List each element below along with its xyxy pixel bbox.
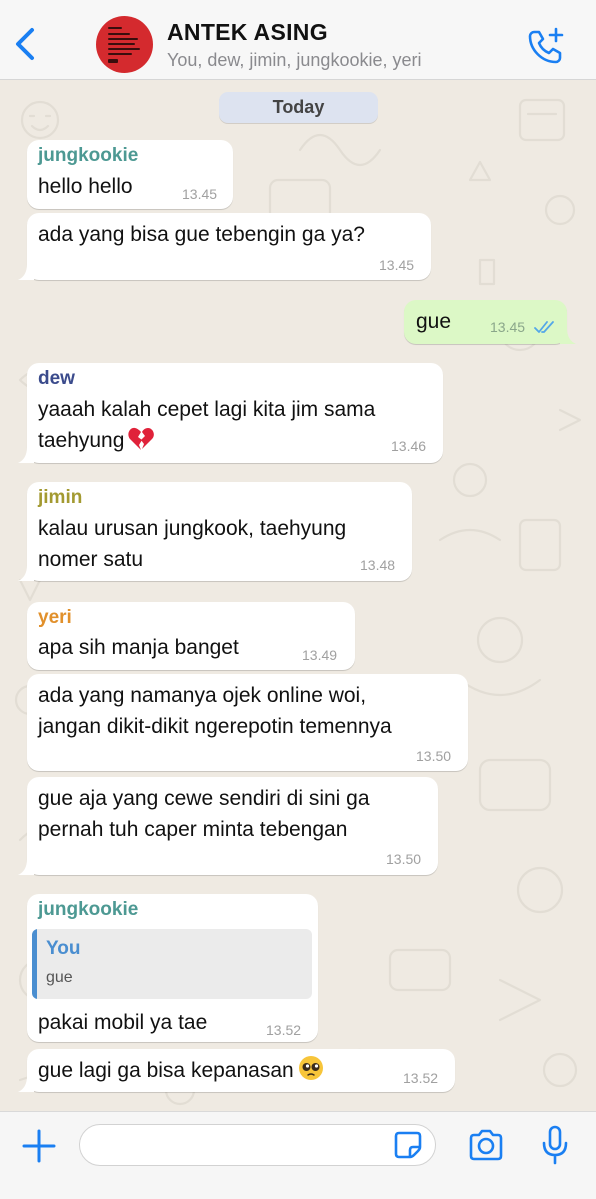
chat-header: ANTEK ASING You, dew, jimin, jungkookie,… (0, 0, 596, 80)
quoted-text: gue (46, 969, 73, 986)
message-text: jangan dikit-dikit ngerepotin temennya (38, 715, 392, 738)
message-bubble[interactable]: gue aja yang cewe sendiri di sini ga per… (18, 777, 438, 875)
message-text: kalau urusan jungkook, taehyung (38, 517, 347, 540)
broken-heart-emoji (128, 427, 155, 450)
bubble-tail (560, 328, 576, 344)
pleading-face-emoji (298, 1056, 323, 1080)
quoted-sender: You (46, 938, 81, 959)
message-bubble[interactable]: jimin kalau urusan jungkook, taehyung no… (18, 482, 412, 581)
message-text: ada yang namanya ojek online woi, (38, 684, 367, 707)
message-text: nomer satu (38, 548, 144, 571)
sender-name[interactable]: jungkookie (38, 145, 138, 167)
message-time: 13.50 (386, 851, 422, 867)
message-time: 13.48 (360, 557, 396, 573)
add-call-icon[interactable] (526, 26, 566, 66)
message-text: gue (416, 310, 452, 333)
sender-name[interactable]: jungkookie (38, 899, 138, 921)
quote-accent-bar (32, 929, 37, 999)
back-icon[interactable] (8, 22, 42, 66)
compose-bar (0, 1111, 596, 1199)
message-bubble[interactable]: yeri apa sih manja banget 13.49 (27, 602, 355, 670)
group-avatar[interactable] (96, 16, 153, 73)
group-name[interactable]: ANTEK ASING (167, 19, 328, 46)
sticker-icon[interactable] (393, 1130, 423, 1160)
bubble-tail (18, 447, 34, 463)
message-text: apa sih manja banget (38, 636, 239, 659)
message-text: hello hello (38, 175, 133, 198)
message-bubble[interactable]: jungkookie hello hello 13.45 (27, 140, 233, 209)
message-text: ada yang bisa gue tebengin ga ya? (38, 223, 365, 246)
camera-icon[interactable] (467, 1128, 505, 1162)
message-input[interactable] (79, 1124, 436, 1166)
message-time: 13.50 (416, 748, 452, 764)
message-time: 13.52 (266, 1022, 302, 1038)
message-time: 13.46 (391, 438, 427, 454)
message-text: pakai mobil ya tae (38, 1011, 208, 1034)
bubble-tail (18, 859, 34, 875)
bubble-tail (18, 1076, 34, 1092)
sender-name[interactable]: jimin (38, 487, 82, 509)
read-ticks-icon (534, 321, 554, 333)
message-text: pernah tuh caper minta tebengan (38, 818, 348, 841)
message-text: yaaah kalah cepet lagi kita jim sama (38, 398, 376, 421)
microphone-icon[interactable] (540, 1125, 570, 1165)
message-bubble[interactable]: dew yaaah kalah cepet lagi kita jim sama… (18, 363, 443, 463)
date-separator: Today (219, 92, 378, 123)
group-members[interactable]: You, dew, jimin, jungkookie, yeri (167, 50, 421, 71)
message-time: 13.45 (379, 257, 415, 273)
message-time: 13.52 (403, 1070, 439, 1086)
quoted-message[interactable]: You gue (32, 929, 312, 999)
message-time: 13.49 (302, 647, 338, 663)
bubble-tail (18, 565, 34, 581)
sender-name[interactable]: yeri (38, 607, 72, 629)
message-text: taehyung (38, 425, 155, 456)
message-bubble[interactable]: gue lagi ga bisa kepanasan 13.52 (18, 1049, 455, 1092)
message-time: 13.45 (182, 186, 218, 202)
sender-name[interactable]: dew (38, 368, 75, 390)
message-time: 13.45 (490, 319, 526, 335)
message-bubble[interactable]: ada yang namanya ojek online woi, jangan… (27, 674, 468, 771)
message-text: gue aja yang cewe sendiri di sini ga (38, 787, 370, 810)
outgoing-message-bubble[interactable]: gue 13.45 (404, 300, 576, 344)
bubble-tail (18, 264, 34, 280)
reply-message-bubble[interactable]: jungkookie You gue pakai mobil ya tae 13… (27, 894, 318, 1042)
plus-icon[interactable] (21, 1128, 57, 1164)
message-bubble[interactable]: ada yang bisa gue tebengin ga ya? 13.45 (18, 213, 431, 280)
message-text: gue lagi ga bisa kepanasan (38, 1055, 324, 1086)
